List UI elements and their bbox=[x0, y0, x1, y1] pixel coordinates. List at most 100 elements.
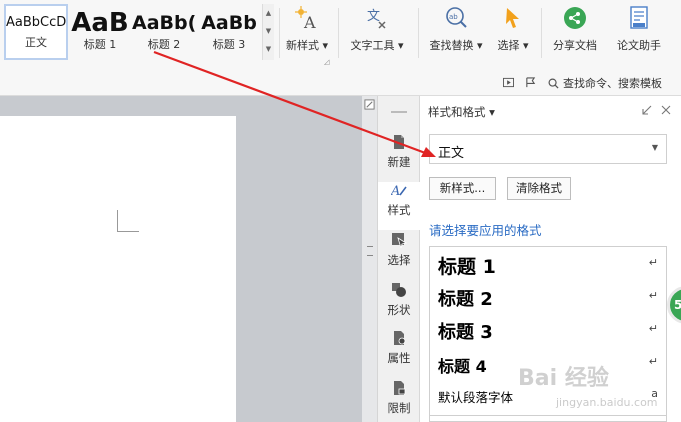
shapes-icon bbox=[392, 283, 406, 297]
grip-icon bbox=[367, 246, 373, 256]
gallery-scroll-up-button[interactable]: ▲ bbox=[263, 4, 274, 22]
tab-label: 新建 bbox=[387, 155, 411, 169]
clear-format-button[interactable]: 清除格式 bbox=[507, 177, 571, 200]
current-style-select[interactable]: 正文 ▼ bbox=[429, 134, 667, 164]
text-tools-button[interactable]: 文 文字工具 ▾ bbox=[344, 6, 410, 58]
ribbon-separator bbox=[541, 8, 542, 58]
document-page[interactable] bbox=[0, 116, 236, 422]
tab-restrict[interactable]: 限制 bbox=[378, 380, 420, 422]
style-name: 标题 2 bbox=[147, 38, 181, 51]
paragraph-mark-icon: ↵ bbox=[648, 289, 658, 302]
style-name: 标题 3 bbox=[212, 38, 246, 51]
thesis-doc-icon bbox=[630, 6, 648, 29]
gallery-scroller: ▲ ▼ ▼ bbox=[262, 4, 274, 60]
thesis-assistant-button[interactable]: 论文助手 bbox=[608, 6, 670, 58]
ribbon: AaBbCcDd 正文 AaB 标题 1 AaBb( 标题 2 AaBb 标题 … bbox=[0, 0, 681, 68]
video-tutorial-icon[interactable] bbox=[503, 77, 514, 88]
style-tile-heading-1[interactable]: AaB 标题 1 bbox=[68, 4, 132, 60]
close-icon[interactable] bbox=[661, 105, 671, 115]
style-tile-heading-2[interactable]: AaBb( 标题 2 bbox=[132, 4, 196, 60]
svg-text:文: 文 bbox=[367, 9, 380, 24]
list-item[interactable] bbox=[430, 415, 666, 421]
chevron-down-icon: ▼ bbox=[651, 143, 658, 152]
tab-label: 形状 bbox=[387, 303, 411, 317]
svg-text:A: A bbox=[303, 13, 316, 30]
tab-properties[interactable]: 属性 bbox=[378, 330, 420, 378]
apply-format-hint: 请选择要应用的格式 bbox=[429, 223, 542, 238]
side-tab-bar: 新建 A 样式 选择 形状 属性 限制 bbox=[378, 96, 420, 422]
svg-text:A: A bbox=[391, 184, 400, 198]
format-label: 默认段落字体 bbox=[438, 390, 514, 405]
find-replace-button[interactable]: ab 查找替换 ▾ bbox=[424, 6, 488, 58]
properties-icon bbox=[394, 331, 406, 345]
format-label: 标题 1 bbox=[438, 256, 496, 278]
new-style-icon: A bbox=[295, 6, 316, 30]
watermark: Bai 经验 bbox=[518, 366, 609, 391]
new-style-label: 新样式 bbox=[285, 39, 319, 52]
share-doc-button[interactable]: 分享文档 bbox=[547, 6, 603, 58]
find-replace-icon: ab bbox=[446, 7, 467, 28]
select-label: 选择 bbox=[497, 39, 520, 52]
style-name: 标题 1 bbox=[83, 38, 117, 51]
find-replace-label: 查找替换 bbox=[429, 39, 474, 52]
chevron-down-icon: ▾ bbox=[489, 105, 495, 119]
style-preview: AaB bbox=[71, 8, 129, 38]
cursor-select-icon bbox=[392, 233, 407, 248]
paragraph-mark-icon: ↵ bbox=[648, 355, 658, 368]
style-tile-heading-3[interactable]: AaBb 标题 3 bbox=[196, 4, 262, 60]
style-tile-normal[interactable]: AaBbCcDd 正文 bbox=[4, 4, 68, 60]
format-label: 标题 2 bbox=[438, 289, 493, 310]
gallery-more-button[interactable]: ▼ bbox=[263, 40, 274, 58]
flag-icon[interactable] bbox=[525, 77, 536, 88]
tab-label: 限制 bbox=[387, 401, 411, 415]
tab-shapes[interactable]: 形状 bbox=[378, 282, 420, 330]
new-style-button[interactable]: A 新样式 ▾ bbox=[282, 6, 332, 58]
pane-title-label: 样式和格式 bbox=[428, 105, 486, 119]
pane-splitter[interactable] bbox=[362, 96, 378, 422]
chevron-down-icon: ▾ bbox=[476, 39, 483, 52]
tab-styles[interactable]: A 样式 bbox=[378, 182, 420, 230]
new-style-pane-button[interactable]: 新样式... bbox=[429, 177, 496, 200]
style-preview: AaBbCcDd bbox=[6, 15, 68, 30]
chevron-down-icon: ▾ bbox=[522, 39, 529, 52]
pin-icon[interactable] bbox=[364, 99, 375, 110]
restrict-icon bbox=[394, 381, 406, 395]
thesis-assistant-label: 论文助手 bbox=[617, 39, 661, 52]
tab-label: 选择 bbox=[387, 253, 411, 267]
style-brush-icon: A bbox=[391, 184, 407, 198]
command-search-label: 查找命令、搜索模板 bbox=[563, 77, 662, 90]
text-tools-label: 文字工具 bbox=[350, 39, 395, 52]
current-style-value: 正文 bbox=[438, 146, 465, 161]
paragraph-mark-icon: ↵ bbox=[648, 256, 658, 269]
text-tools-icon: 文 bbox=[367, 9, 386, 29]
format-label: 标题 3 bbox=[438, 322, 493, 343]
style-preview: AaBb( bbox=[132, 12, 196, 34]
ribbon-separator bbox=[279, 8, 280, 58]
command-search[interactable]: 查找命令、搜索模板 bbox=[548, 75, 662, 91]
command-bar: 查找命令、搜索模板 bbox=[0, 68, 681, 96]
gallery-scroll-down-button[interactable]: ▼ bbox=[263, 22, 274, 40]
paragraph-mark-icon: ↵ bbox=[648, 322, 658, 335]
tab-label: 样式 bbox=[387, 203, 411, 217]
pane-title[interactable]: 样式和格式 ▾ bbox=[428, 104, 495, 120]
restore-pane-icon[interactable] bbox=[642, 105, 652, 115]
select-button[interactable]: 选择 ▾ bbox=[492, 6, 534, 58]
cursor-arrow-icon bbox=[506, 8, 519, 28]
margin-corner-mark bbox=[117, 210, 139, 232]
tab-new[interactable]: 新建 bbox=[378, 134, 420, 182]
chevron-down-icon: ▾ bbox=[397, 39, 404, 52]
style-name: 正文 bbox=[25, 36, 47, 49]
tab-select[interactable]: 选择 bbox=[378, 232, 420, 280]
ribbon-separator bbox=[338, 8, 339, 58]
watermark-url: jingyan.baidu.com bbox=[556, 396, 658, 409]
document-canvas bbox=[0, 96, 362, 422]
dialog-launcher-icon[interactable]: ◿ bbox=[324, 58, 329, 66]
share-doc-label: 分享文档 bbox=[553, 39, 597, 52]
chevron-down-icon: ▾ bbox=[322, 39, 329, 52]
search-icon bbox=[548, 78, 559, 89]
tab-label: 属性 bbox=[387, 351, 411, 365]
tab-bar-handle bbox=[391, 111, 407, 113]
format-label: 标题 4 bbox=[438, 357, 487, 376]
style-preview: AaBb bbox=[201, 12, 257, 34]
ribbon-separator bbox=[418, 8, 419, 58]
